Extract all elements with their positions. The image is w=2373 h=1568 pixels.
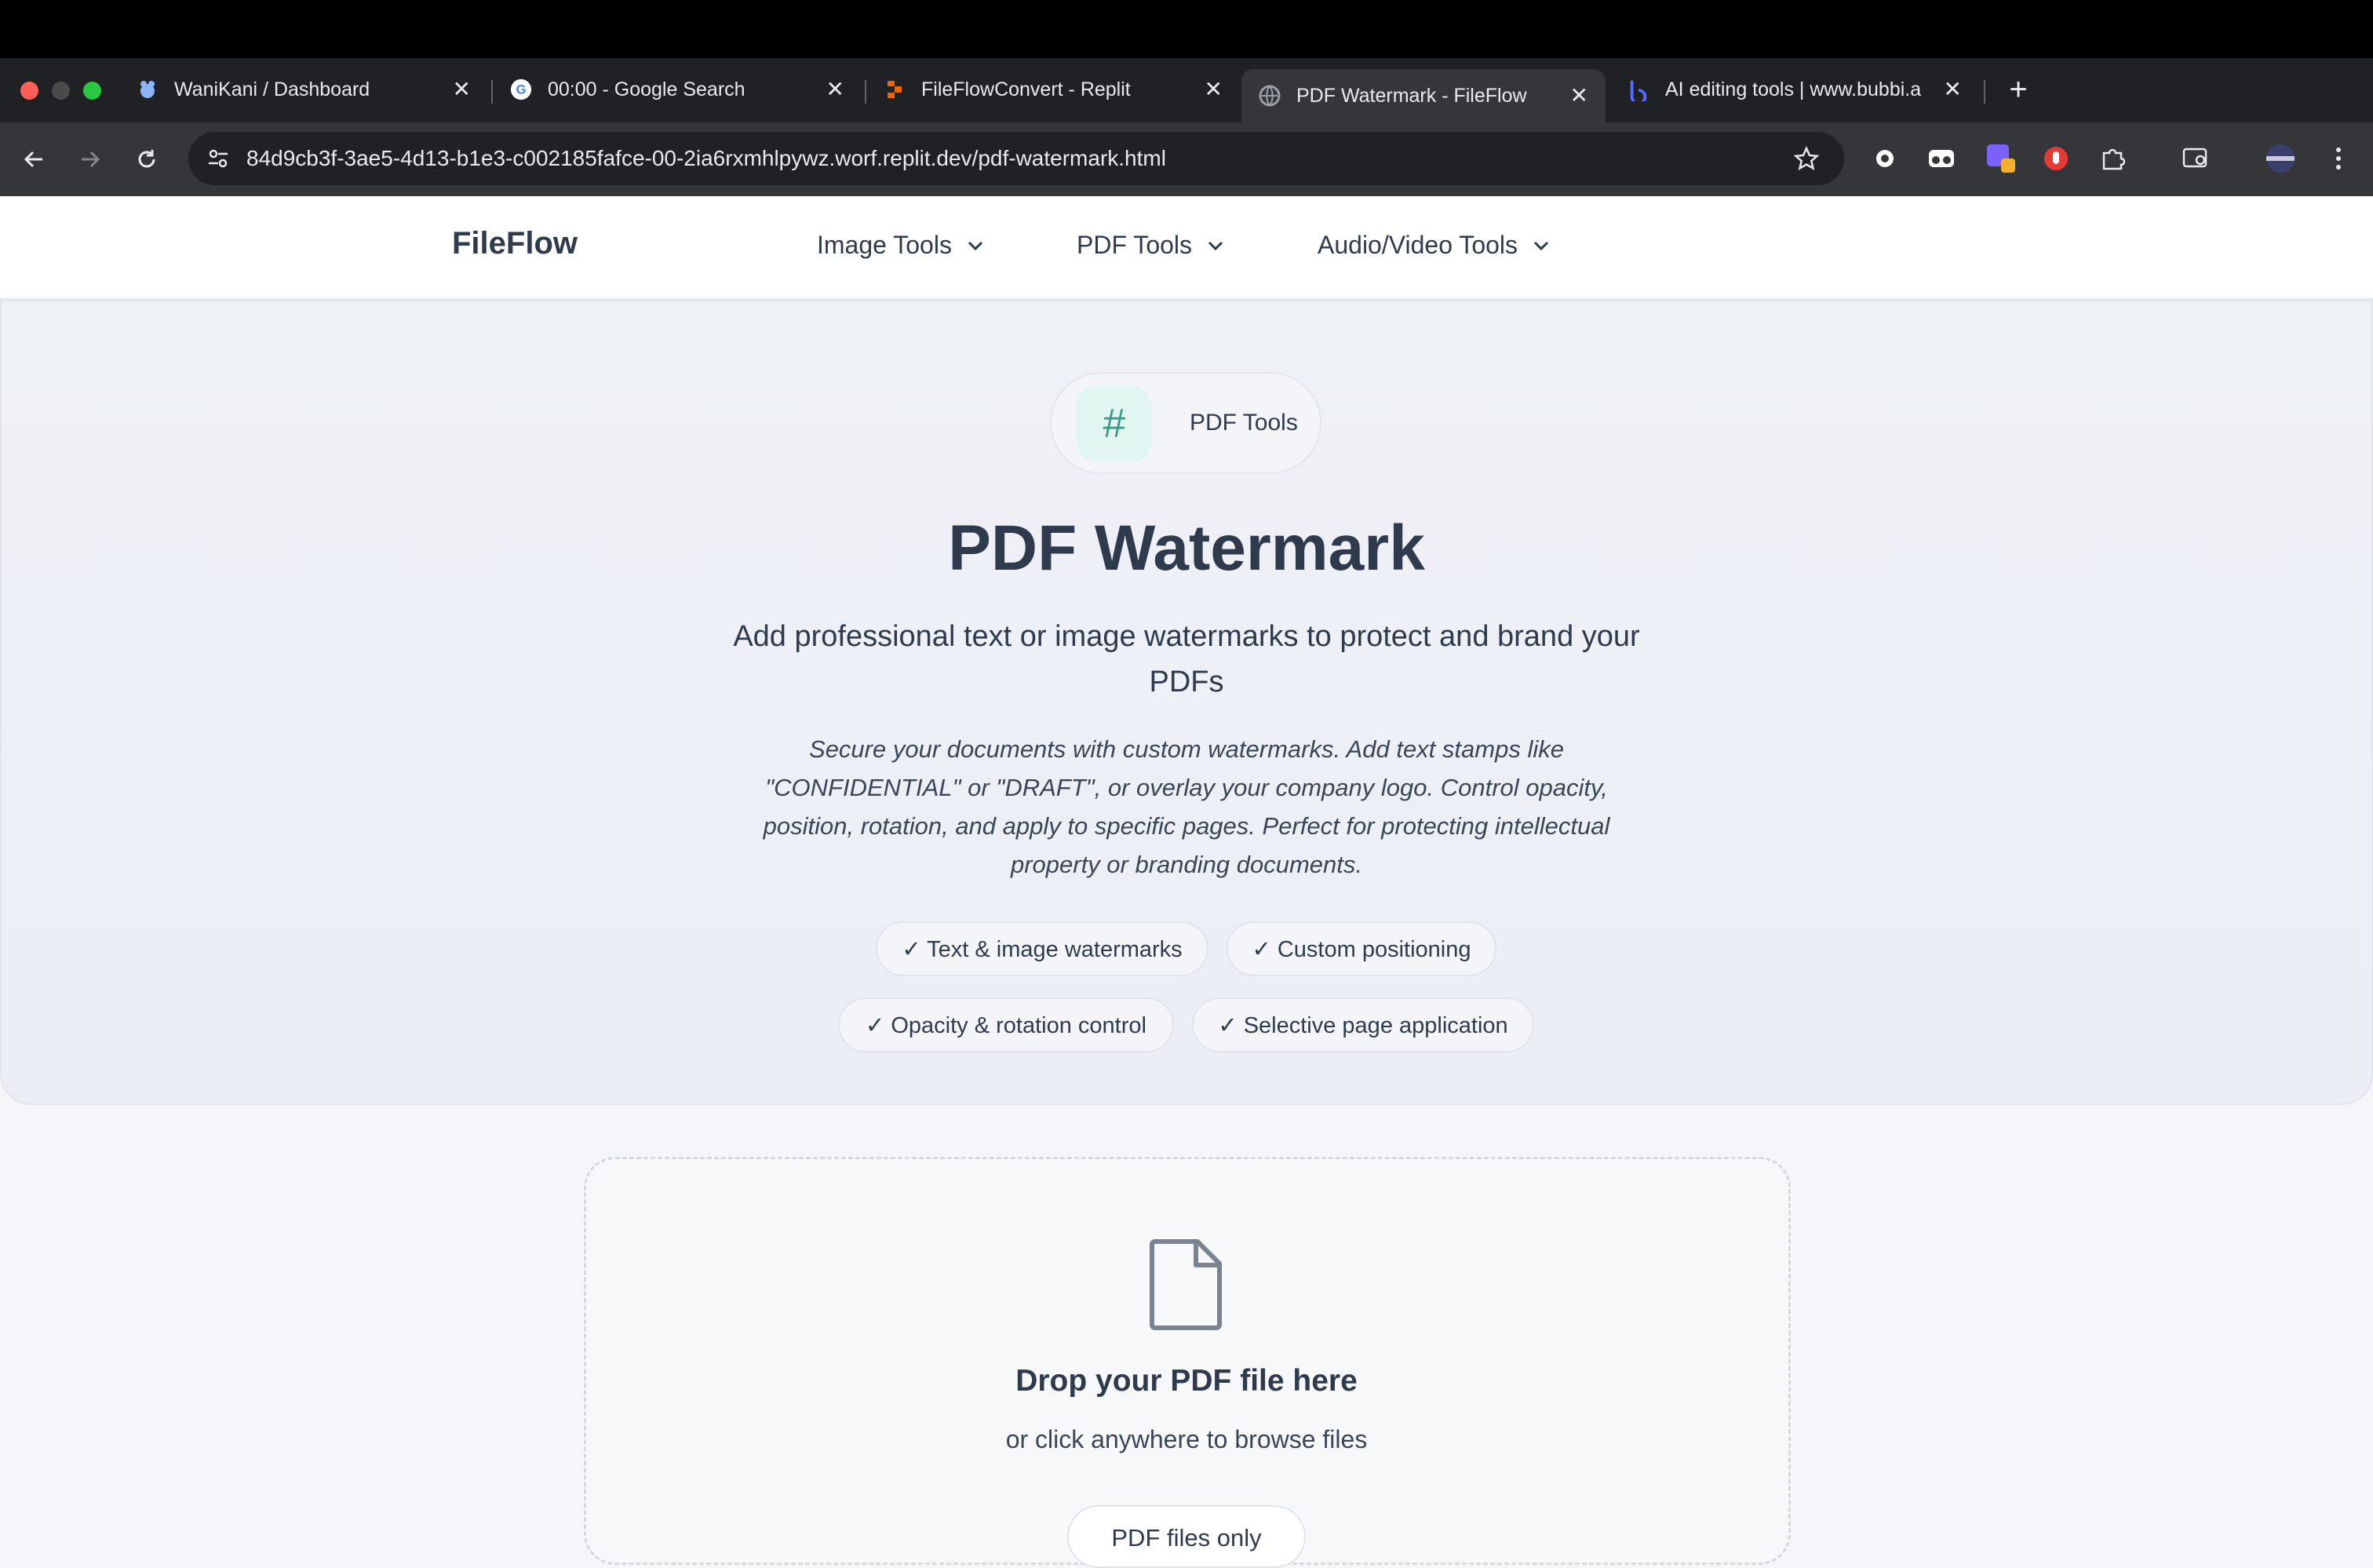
tab-title: AI editing tools | www.bubbi.a bbox=[1665, 78, 1922, 100]
feature-chip-text-image: ✓ Text & image watermarks bbox=[876, 921, 1208, 976]
tab-title: PDF Watermark - FileFlow bbox=[1296, 84, 1527, 107]
tab-pdf-watermark[interactable]: PDF Watermark - FileFlow ✕ bbox=[1241, 69, 1606, 122]
url-text[interactable]: 84d9cb3f-3ae5-4d13-b1e3-c002185fafce-00-… bbox=[246, 144, 1166, 173]
tab-separator bbox=[1984, 80, 1985, 104]
feature-chip-positioning: ✓ Custom positioning bbox=[1227, 921, 1496, 976]
svg-text:G: G bbox=[516, 82, 526, 97]
file-drop-zone[interactable] bbox=[584, 1157, 1791, 1565]
nav-label: PDF Tools bbox=[1077, 231, 1193, 259]
new-tab-button[interactable]: + bbox=[1999, 69, 2037, 110]
page-title: PDF Watermark bbox=[948, 512, 1425, 584]
globe-icon bbox=[1259, 85, 1281, 107]
google-icon: G bbox=[510, 78, 532, 100]
tab-title: FileFlowConvert - Replit bbox=[921, 78, 1131, 100]
drop-subtitle: or click anywhere to browse files bbox=[1005, 1425, 1368, 1453]
extensions-puzzle-icon[interactable] bbox=[2095, 141, 2130, 176]
browser-menu-icon[interactable] bbox=[2321, 141, 2356, 176]
zoom-window-button[interactable] bbox=[83, 82, 101, 100]
close-window-button[interactable] bbox=[20, 82, 38, 100]
extension-gear-icon[interactable] bbox=[1868, 141, 1902, 176]
site-settings-icon[interactable] bbox=[202, 143, 234, 174]
chevron-down-icon bbox=[1208, 241, 1223, 250]
forward-arrow-icon bbox=[82, 151, 100, 168]
hash-icon: # bbox=[1077, 386, 1152, 461]
file-type-badge: PDF files only bbox=[1067, 1505, 1306, 1568]
drop-title: Drop your PDF file here bbox=[1015, 1364, 1358, 1398]
back-arrow-icon bbox=[24, 151, 42, 168]
tab-replit[interactable]: FileFlowConvert - Replit ✕ bbox=[866, 69, 1240, 110]
feature-chip-opacity-rotation: ✓ Opacity & rotation control bbox=[838, 997, 1174, 1052]
bookmark-star-icon[interactable] bbox=[1789, 141, 1824, 176]
reload-button[interactable] bbox=[127, 140, 166, 179]
close-tab-icon[interactable]: ✕ bbox=[826, 74, 844, 105]
tab-bubbi[interactable]: AI editing tools | www.bubbi.a ✕ bbox=[1610, 69, 1979, 110]
extension-grid-icon[interactable] bbox=[1984, 141, 2018, 176]
close-tab-icon[interactable]: ✕ bbox=[1205, 74, 1223, 105]
tab-google-search[interactable]: G 00:00 - Google Search ✕ bbox=[493, 69, 862, 110]
side-panel-icon[interactable] bbox=[2178, 141, 2213, 176]
mac-menubar bbox=[0, 0, 2373, 58]
replit-icon bbox=[884, 78, 906, 100]
chevron-down-icon bbox=[968, 241, 983, 250]
reload-icon bbox=[138, 150, 155, 168]
chevron-down-icon bbox=[1533, 241, 1549, 250]
nav-label: Audio/Video Tools bbox=[1318, 231, 1518, 259]
close-tab-icon[interactable]: ✕ bbox=[1944, 74, 1962, 105]
forward-button[interactable] bbox=[71, 140, 110, 179]
minimize-window-button[interactable] bbox=[52, 82, 70, 100]
nav-audio-video-tools[interactable]: Audio/Video Tools bbox=[1318, 231, 1551, 260]
close-tab-icon[interactable]: ✕ bbox=[453, 74, 471, 105]
document-icon bbox=[1150, 1239, 1222, 1330]
extension-hand-icon[interactable] bbox=[2039, 141, 2073, 176]
close-tab-icon[interactable]: ✕ bbox=[1570, 80, 1588, 111]
brand-logo[interactable]: FileFlow bbox=[452, 226, 578, 261]
back-button[interactable] bbox=[14, 140, 53, 179]
tab-wanikani[interactable]: WaniKani / Dashboard ✕ bbox=[119, 69, 488, 110]
nav-pdf-tools[interactable]: PDF Tools bbox=[1077, 231, 1225, 260]
page-subtitle: Add professional text or image watermark… bbox=[733, 620, 1640, 698]
wanikani-icon bbox=[137, 78, 159, 100]
feature-chip-selective-pages: ✓ Selective page application bbox=[1192, 997, 1534, 1052]
nav-image-tools[interactable]: Image Tools bbox=[817, 231, 985, 260]
category-label: PDF Tools bbox=[1190, 410, 1298, 436]
tab-title: 00:00 - Google Search bbox=[548, 78, 745, 100]
nav-label: Image Tools bbox=[817, 231, 952, 259]
profile-avatar-icon[interactable] bbox=[2263, 141, 2298, 176]
bubbi-icon bbox=[1628, 78, 1649, 101]
page-description: Secure your documents with custom waterm… bbox=[763, 735, 1610, 878]
extension-glasses-icon[interactable] bbox=[1924, 141, 1959, 176]
tab-title: WaniKani / Dashboard bbox=[174, 78, 370, 100]
